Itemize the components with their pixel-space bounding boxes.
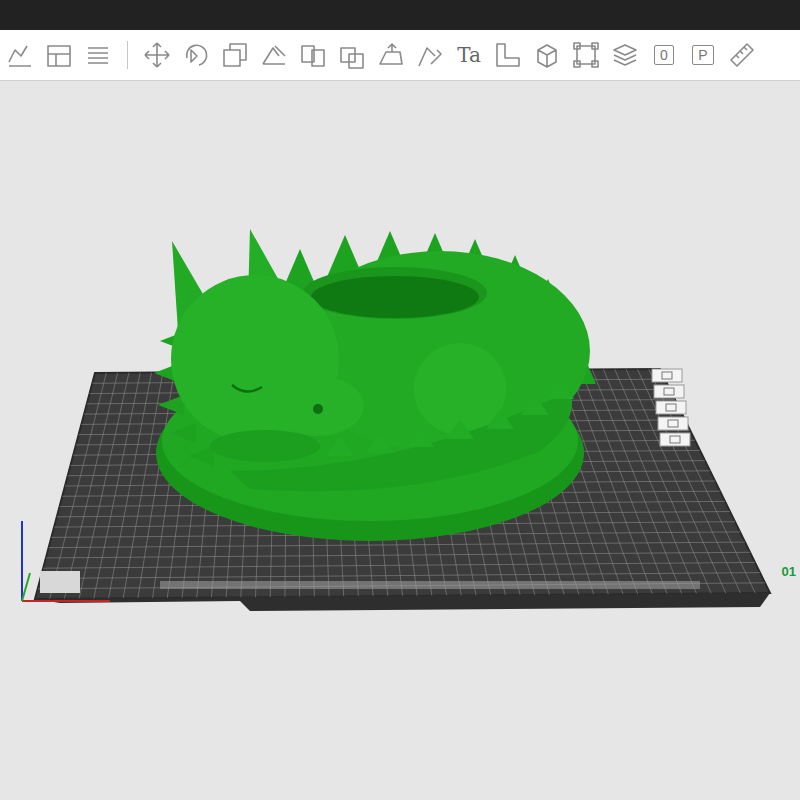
plate-tool-button[interactable]: [656, 401, 686, 414]
3d-viewport[interactable]: 01: [0, 81, 800, 800]
x-axis: [22, 600, 110, 602]
dragon-planter-model[interactable]: [154, 229, 596, 541]
closed-eye: [232, 385, 262, 392]
tool-icon: [610, 40, 640, 70]
toolbar-button[interactable]: [336, 39, 368, 71]
nostril: [313, 404, 323, 414]
toolbar-button[interactable]: [4, 39, 36, 71]
toolbar: Ta 0P: [0, 30, 800, 81]
plate-tool-button[interactable]: [658, 417, 688, 430]
toolbar-button[interactable]: [141, 39, 173, 71]
toolbar-button[interactable]: [180, 39, 212, 71]
toolbar-button[interactable]: [726, 39, 758, 71]
tool-icon: [532, 40, 562, 70]
grid-line: [49, 542, 745, 548]
grid-line: [43, 562, 755, 568]
tool-icon: [415, 40, 445, 70]
text-tool-button[interactable]: Ta: [453, 39, 485, 71]
plate-tool-button[interactable]: [660, 433, 690, 446]
tool-icon: [142, 40, 172, 70]
toolbar-button[interactable]: [258, 39, 290, 71]
plate-edge: [35, 593, 770, 611]
toolbar-button[interactable]: [297, 39, 329, 71]
toolbar-button[interactable]: [570, 39, 602, 71]
slicer-window: Ta 0P 01: [0, 0, 800, 800]
tool-icon: [493, 40, 523, 70]
toolbar-button[interactable]: P: [687, 39, 719, 71]
toolbar-button[interactable]: [82, 39, 114, 71]
toolbar-button[interactable]: [43, 39, 75, 71]
y-axis: [22, 573, 30, 601]
toolbar-button[interactable]: [531, 39, 563, 71]
toolbar-button[interactable]: [375, 39, 407, 71]
z-axis: [21, 521, 23, 601]
plate-number-label: 01: [782, 564, 796, 579]
plate-tool-button[interactable]: [654, 385, 684, 398]
tool-icon: [181, 40, 211, 70]
tool-icon: [220, 40, 250, 70]
grid-line: [40, 573, 760, 579]
toolbar-button[interactable]: [492, 39, 524, 71]
toolbar-button[interactable]: 0: [648, 39, 680, 71]
tool-icon: [298, 40, 328, 70]
tool-icon: [259, 40, 289, 70]
toolbar-button[interactable]: [609, 39, 641, 71]
tool-icon: [44, 40, 74, 70]
tool-icon: [571, 40, 601, 70]
tool-icon: [5, 40, 35, 70]
plate-tool-button[interactable]: [652, 369, 682, 382]
build-scene: [0, 81, 800, 800]
title-bar: [0, 0, 800, 30]
tool-icon: [376, 40, 406, 70]
plate-corner-mark: [40, 571, 80, 593]
grid-line: [46, 552, 750, 558]
plate-strip: [160, 581, 700, 589]
toolbar-button[interactable]: [414, 39, 446, 71]
toolbar-separator: [127, 41, 128, 69]
toolbar-button[interactable]: [219, 39, 251, 71]
tool-icon: [83, 40, 113, 70]
tool-icon: [727, 40, 757, 70]
tool-icon: [337, 40, 367, 70]
